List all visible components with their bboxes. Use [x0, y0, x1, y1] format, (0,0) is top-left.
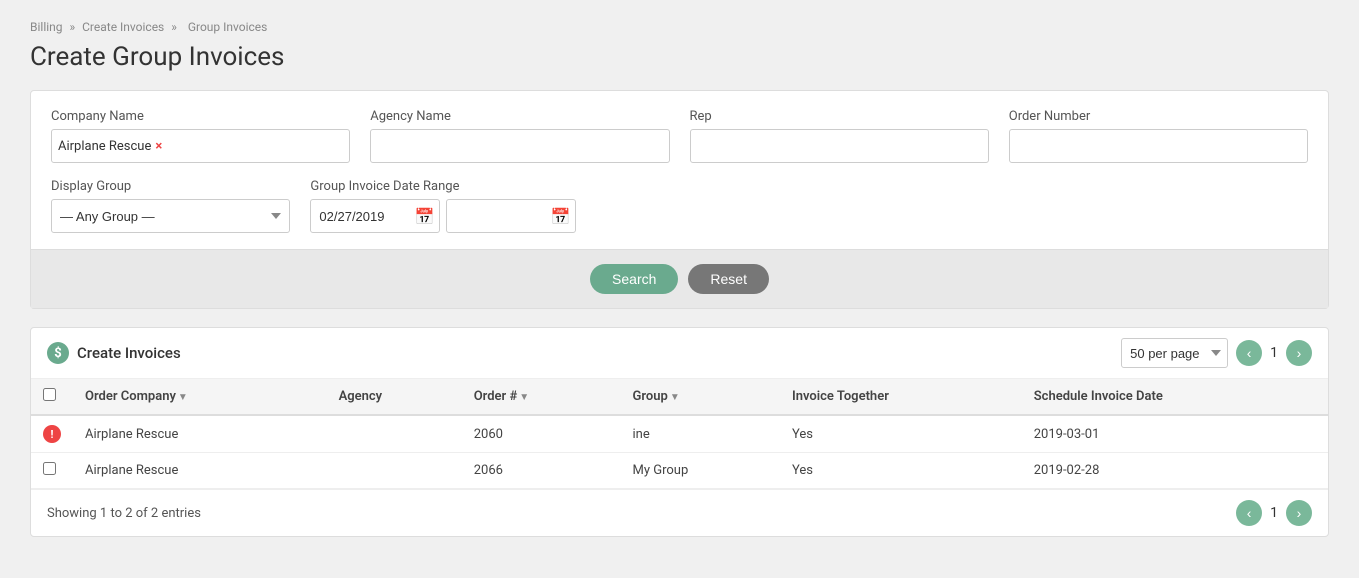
row-order-company: Airplane Rescue [73, 415, 327, 453]
filter-panel: Company Name Airplane Rescue × Agency Na… [30, 90, 1329, 309]
date-to-wrap: 📅 [446, 199, 576, 233]
error-icon: ! [43, 425, 61, 443]
th-order-company[interactable]: Order Company▼ [73, 379, 327, 415]
row-agency [327, 453, 462, 489]
th-order-num[interactable]: Order #▼ [462, 379, 621, 415]
select-all-checkbox[interactable] [43, 388, 56, 401]
row-schedule-date: 2019-03-01 [1022, 415, 1328, 453]
date-range-group: Group Invoice Date Range 📅 📅 [310, 179, 789, 233]
results-title: $ Create Invoices [47, 342, 181, 364]
footer-page-nav: ‹ 1 › [1236, 500, 1312, 526]
date-range-label: Group Invoice Date Range [310, 179, 789, 194]
row-checkbox[interactable] [43, 462, 56, 475]
footer-page-number: 1 [1266, 505, 1282, 521]
results-header: $ Create Invoices 50 per page 25 per pag… [31, 328, 1328, 379]
results-section: $ Create Invoices 50 per page 25 per pag… [30, 327, 1329, 537]
filter-row-2: Display Group — Any Group — Group Invoic… [51, 179, 1308, 233]
th-checkbox [31, 379, 73, 415]
filter-row-1: Company Name Airplane Rescue × Agency Na… [51, 109, 1308, 163]
row-order-company: Airplane Rescue [73, 453, 327, 489]
display-group-group: Display Group — Any Group — [51, 179, 290, 233]
page-nav: ‹ 1 › [1236, 340, 1312, 366]
results-title-text: Create Invoices [77, 344, 181, 362]
company-name-group: Company Name Airplane Rescue × [51, 109, 350, 163]
breadcrumb-create-invoices[interactable]: Create Invoices [82, 20, 164, 34]
footer-page-prev-button[interactable]: ‹ [1236, 500, 1262, 526]
table-row: Airplane Rescue 2066My GroupYes2019-02-28 [31, 453, 1328, 489]
pagination-controls: 50 per page 25 per page 100 per page ‹ 1… [1121, 338, 1312, 368]
rep-group: Rep [690, 109, 989, 163]
showing-text: Showing 1 to 2 of 2 entries [47, 506, 201, 521]
row-check-col [31, 453, 73, 489]
th-group[interactable]: Group▼ [621, 379, 780, 415]
page-title: Create Group Invoices [30, 42, 1329, 72]
agency-name-input[interactable] [370, 129, 669, 163]
company-name-input-wrapper[interactable]: Airplane Rescue × [51, 129, 350, 163]
agency-name-label: Agency Name [370, 109, 669, 124]
company-name-label: Company Name [51, 109, 350, 124]
company-name-tag: Airplane Rescue × [58, 139, 162, 154]
row-invoice-together: Yes [780, 453, 1022, 489]
rep-input[interactable] [690, 129, 989, 163]
order-number-group: Order Number [1009, 109, 1308, 163]
per-page-select[interactable]: 50 per page 25 per page 100 per page [1121, 338, 1228, 368]
agency-name-group: Agency Name [370, 109, 669, 163]
date-from-wrap: 📅 [310, 199, 440, 233]
row-group: My Group [621, 453, 780, 489]
breadcrumb-current: Group Invoices [188, 20, 268, 34]
company-name-remove[interactable]: × [155, 140, 162, 153]
reset-button[interactable]: Reset [688, 264, 769, 294]
action-bar: Search Reset [31, 249, 1328, 308]
display-group-label: Display Group [51, 179, 290, 194]
company-name-value: Airplane Rescue [58, 139, 151, 154]
date-to-input[interactable] [446, 199, 576, 233]
breadcrumb: Billing » Create Invoices » Group Invoic… [30, 20, 1329, 34]
row-invoice-together: Yes [780, 415, 1022, 453]
th-invoice-together: Invoice Together [780, 379, 1022, 415]
order-number-input[interactable] [1009, 129, 1308, 163]
row-agency [327, 415, 462, 453]
table-row: ! Airplane Rescue 2060ineYes2019-03-01 [31, 415, 1328, 453]
table-header-row: Order Company▼ Agency Order #▼ Group▼ In… [31, 379, 1328, 415]
page-prev-button[interactable]: ‹ [1236, 340, 1262, 366]
row-check-col: ! [31, 415, 73, 453]
order-number-label: Order Number [1009, 109, 1308, 124]
row-schedule-date: 2019-02-28 [1022, 453, 1328, 489]
breadcrumb-billing[interactable]: Billing [30, 20, 63, 34]
results-table: Order Company▼ Agency Order #▼ Group▼ In… [31, 379, 1328, 489]
date-from-input[interactable] [310, 199, 440, 233]
row-order-num: 2066 [462, 453, 621, 489]
row-order-num: 2060 [462, 415, 621, 453]
page-number: 1 [1266, 345, 1282, 361]
rep-label: Rep [690, 109, 989, 124]
th-schedule-invoice-date: Schedule Invoice Date [1022, 379, 1328, 415]
footer-info: Showing 1 to 2 of 2 entries ‹ 1 › [31, 489, 1328, 536]
th-agency: Agency [327, 379, 462, 415]
display-group-select[interactable]: — Any Group — [51, 199, 290, 233]
dollar-icon: $ [47, 342, 69, 364]
search-button[interactable]: Search [590, 264, 678, 294]
row-group: ine [621, 415, 780, 453]
date-inputs: 📅 📅 [310, 199, 789, 233]
footer-page-next-button[interactable]: › [1286, 500, 1312, 526]
page-next-button[interactable]: › [1286, 340, 1312, 366]
